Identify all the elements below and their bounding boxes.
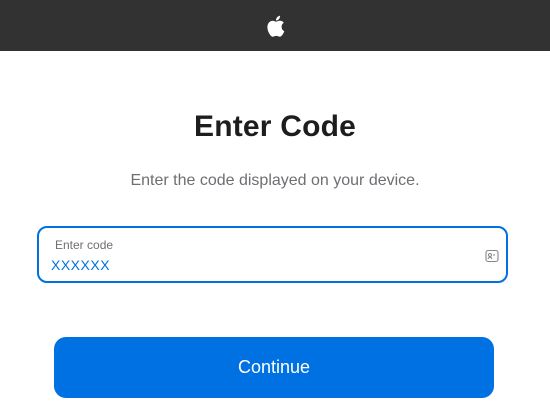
code-field-value[interactable]: XXXXXX [51,257,110,273]
continue-button[interactable]: Continue [54,337,494,398]
code-field-label: Enter code [55,238,114,252]
apple-logo-icon [267,15,285,37]
page-title: Enter Code [193,110,357,143]
page-subtitle: Enter the code displayed on your device. [130,172,420,189]
top-bar [0,0,550,51]
autofill-key-icon[interactable] [485,249,499,263]
code-input-field[interactable]: Enter code XXXXXX [37,226,508,283]
